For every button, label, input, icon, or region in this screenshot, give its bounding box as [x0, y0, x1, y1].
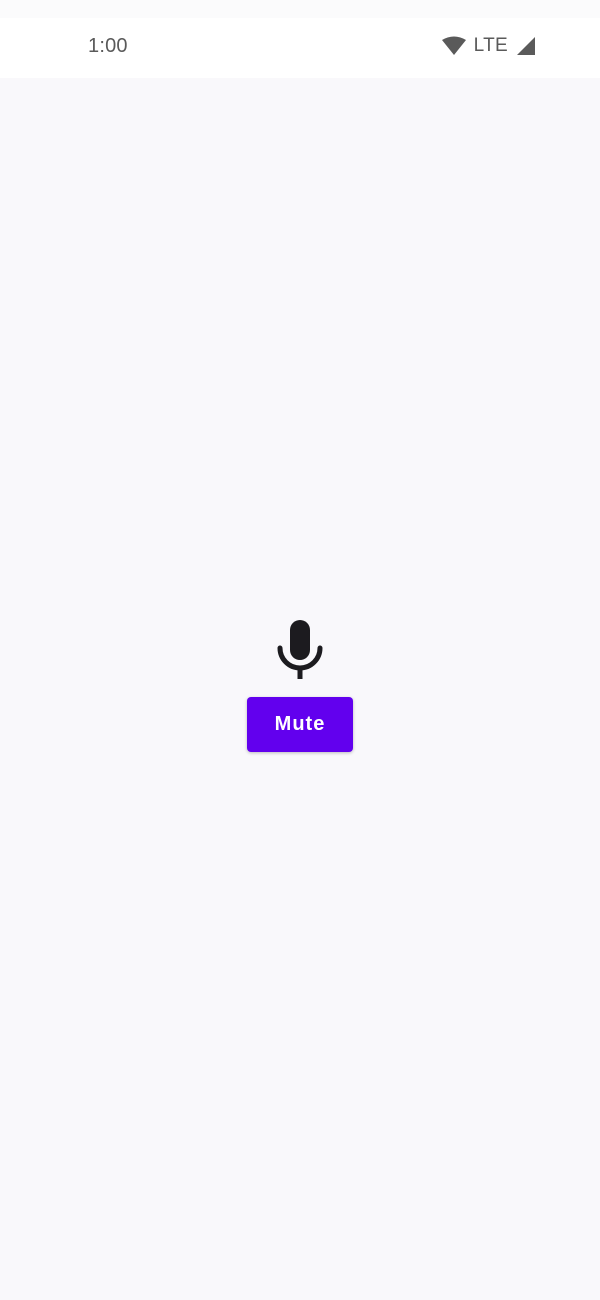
network-type-label: LTE [473, 35, 508, 56]
wifi-icon [441, 36, 466, 56]
main-content [0, 78, 600, 1300]
status-bar: 1:00 LTE [0, 0, 600, 78]
status-bar-top-strip [0, 0, 600, 18]
microphone-icon [274, 618, 326, 680]
mute-button[interactable]: Mute [247, 697, 353, 752]
cell-signal-icon [516, 36, 536, 56]
status-clock: 1:00 [88, 35, 128, 57]
status-icons: LTE [441, 33, 536, 59]
